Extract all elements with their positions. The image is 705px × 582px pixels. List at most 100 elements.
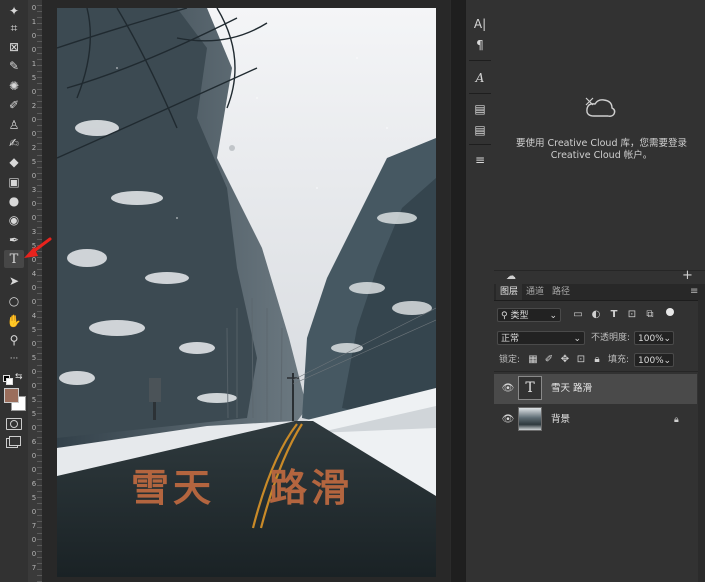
ruler-label: 5 xyxy=(31,158,37,166)
ruler-label: 0 xyxy=(31,284,37,292)
cloud-sync-icon[interactable]: ☁ xyxy=(506,272,518,282)
adjustments-panel-icon[interactable]: ≡ xyxy=(470,152,490,168)
ellipse-tool-icon[interactable]: ○ xyxy=(4,292,24,310)
fill-input[interactable]: 100% ⌄ xyxy=(634,353,674,367)
brush-tool-icon[interactable]: ✐ xyxy=(4,96,24,114)
ruler-label: 1 xyxy=(31,60,37,68)
chevron-down-icon: ⌄ xyxy=(573,334,581,344)
lock-transparent-pixels-icon[interactable]: ▦ xyxy=(527,354,539,366)
tab-layers[interactable]: 图层 xyxy=(496,284,523,300)
ruler-label: 1 xyxy=(31,18,37,26)
ruler-label: 0 xyxy=(31,200,37,208)
ruler-label: 5 xyxy=(31,494,37,502)
document-canvas[interactable]: 雪天 路滑 xyxy=(57,8,436,577)
ruler-label: 0 xyxy=(31,508,37,516)
ruler-label: 5 xyxy=(31,396,37,404)
foreground-color-swatch[interactable] xyxy=(4,388,19,403)
shape-filter-icon[interactable]: ⊡ xyxy=(626,309,638,321)
vertical-ruler: 0100150200250300350400450500550600650700… xyxy=(28,0,43,582)
swap-colors-icon[interactable]: ⇆ xyxy=(15,372,25,382)
crop-tool-icon[interactable]: ⌗ xyxy=(4,19,24,37)
filter-toggle[interactable] xyxy=(666,308,674,316)
overlay-text-left: 雪天 xyxy=(131,466,216,510)
libraries-panel-icon[interactable]: ▤ xyxy=(470,122,490,138)
eraser-tool-icon[interactable]: ◆ xyxy=(4,153,24,171)
background-layer-thumbnail xyxy=(518,407,542,431)
artboard-lock-icon[interactable]: ⊡ xyxy=(575,354,587,366)
quick-mask-icon[interactable] xyxy=(6,418,22,430)
layer-row-background[interactable]: 👁︎ 背景 🔒︎ xyxy=(494,405,697,435)
default-colors-icon[interactable] xyxy=(3,375,13,385)
eyedropper-tool-icon[interactable]: ✎ xyxy=(4,57,24,75)
editbar-tool-icon[interactable]: ··· xyxy=(4,350,24,368)
pixel-filter-icon[interactable]: ▭ xyxy=(572,309,584,321)
text-layer-thumbnail: T xyxy=(518,376,542,400)
magic-wand-tool-icon[interactable]: ✦ xyxy=(4,2,24,20)
layer-name: 雪天 路滑 xyxy=(551,383,593,394)
panel-header-bar: ☁ + xyxy=(494,269,705,285)
add-icon[interactable]: + xyxy=(682,269,694,283)
ruler-label: 0 xyxy=(31,4,37,12)
spot-healing-tool-icon[interactable]: ✺ xyxy=(4,77,24,95)
ruler-label: 5 xyxy=(31,326,37,334)
tab-channels[interactable]: 通道 xyxy=(522,284,548,300)
opacity-label: 不透明度: xyxy=(591,333,631,343)
ruler-label: 7 xyxy=(31,522,37,530)
glyphs-panel-icon[interactable]: A xyxy=(470,70,490,86)
opacity-input[interactable]: 100% ⌄ xyxy=(634,331,674,345)
lock-all-icon[interactable]: 🔒︎ xyxy=(591,354,603,366)
lock-position-icon[interactable]: ✥ xyxy=(559,354,571,366)
snowy-road-photo xyxy=(57,8,436,577)
layers-panel: 图层 通道 路径 ≡ ⚲ 类型 ⌄ ▭ ◐ T ⊡ ⧉ 正常 ⌄ 不透明度: 100… xyxy=(494,284,705,582)
ruler-label: 5 xyxy=(31,354,37,362)
zoom-tool-icon[interactable]: ⚲ xyxy=(4,331,24,349)
ruler-label: 0 xyxy=(31,46,37,54)
visibility-eye-icon[interactable]: 👁︎ xyxy=(501,414,515,426)
tools-panel: ✦ ⌗ ⊠ ✎ ✺ ✐ ♙ ✍ ◆ ▣ ● ◉ ✒ T ➤ ○ ✋ ⚲ ··· ⇆ xyxy=(0,0,29,582)
hand-tool-icon[interactable]: ✋ xyxy=(4,312,24,330)
type-filter-icon[interactable]: T xyxy=(608,309,620,321)
ruler-label: 0 xyxy=(31,536,37,544)
gradient-tool-icon[interactable]: ▣ xyxy=(4,173,24,191)
ruler-label: 5 xyxy=(31,410,37,418)
lock-label: 锁定: xyxy=(499,355,521,365)
blend-mode-select[interactable]: 正常 ⌄ xyxy=(497,331,585,345)
fill-label: 填充: xyxy=(608,355,630,365)
layer-filter-select[interactable]: ⚲ 类型 ⌄ xyxy=(497,308,561,322)
ruler-label: 3 xyxy=(31,186,37,194)
ruler-label: 0 xyxy=(31,466,37,474)
clone-stamp-tool-icon[interactable]: ♙ xyxy=(4,116,24,134)
layer-name: 背景 xyxy=(551,414,571,425)
paragraph-panel-icon[interactable]: ¶ xyxy=(470,37,490,53)
ruler-label: 0 xyxy=(31,424,37,432)
ruler-label: 0 xyxy=(31,452,37,460)
ruler-label: 0 xyxy=(31,368,37,376)
lock-image-pixels-icon[interactable]: ✐ xyxy=(543,354,555,366)
fill-value: 100% xyxy=(638,356,664,366)
properties-panel-icon[interactable]: ▤ xyxy=(470,101,490,117)
lock-icon: 🔒︎ xyxy=(674,415,679,425)
adjustment-filter-icon[interactable]: ◐ xyxy=(590,309,602,321)
dodge-tool-icon[interactable]: ◉ xyxy=(4,211,24,229)
layers-scrollbar[interactable] xyxy=(698,300,705,582)
screen-mode-icon[interactable] xyxy=(6,436,21,448)
ruler-label: 6 xyxy=(31,438,37,446)
path-selection-tool-icon[interactable]: ➤ xyxy=(4,272,24,290)
ruler-label: 0 xyxy=(31,116,37,124)
tab-paths[interactable]: 路径 xyxy=(548,284,574,300)
chevron-down-icon: ⌄ xyxy=(663,356,671,366)
ruler-label: 0 xyxy=(31,550,37,558)
layer-row-text[interactable]: 👁︎ T 雪天 路滑 xyxy=(494,374,697,404)
character-panel-icon[interactable]: A| xyxy=(470,16,490,32)
libraries-signin-message: 要使用 Creative Cloud 库，您需要登录 Creative Clou… xyxy=(515,138,688,161)
smart-object-filter-icon[interactable]: ⧉ xyxy=(644,309,656,321)
history-brush-tool-icon[interactable]: ✍ xyxy=(4,134,24,152)
collapsed-panels-strip: A| ¶ A ▤ ▤ ≡ xyxy=(465,0,495,582)
frame-tool-icon[interactable]: ⊠ xyxy=(4,38,24,56)
visibility-eye-icon[interactable]: 👁︎ xyxy=(501,383,515,395)
blur-tool-icon[interactable]: ● xyxy=(4,192,24,210)
ruler-label: 0 xyxy=(31,340,37,348)
ruler-label: 2 xyxy=(31,144,37,152)
ruler-label: 0 xyxy=(31,382,37,390)
panel-menu-icon[interactable]: ≡ xyxy=(690,286,698,298)
